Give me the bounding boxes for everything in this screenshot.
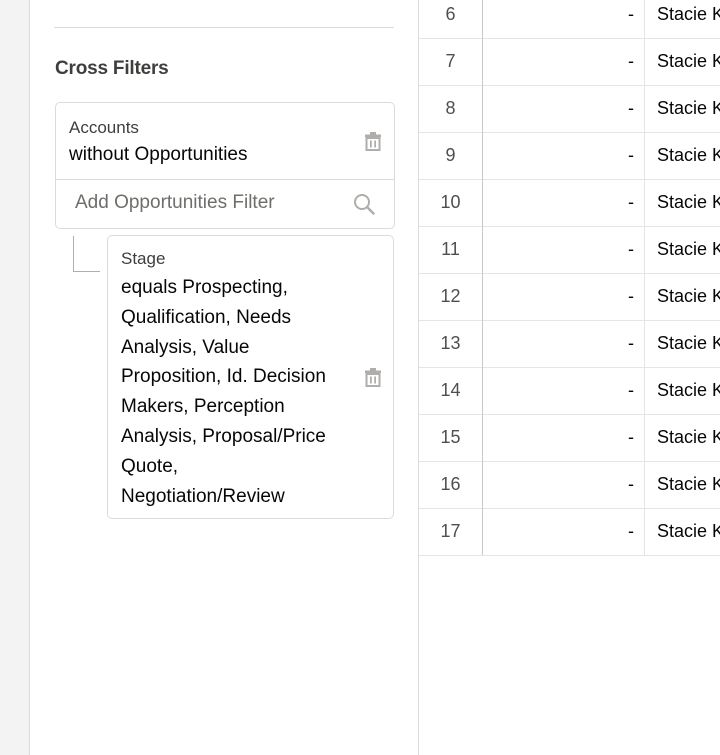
table-cell[interactable]: - (483, 367, 645, 414)
row-number: 6 (419, 0, 483, 38)
row-number: 14 (419, 367, 483, 414)
table-row[interactable]: 17- Stacie K (419, 508, 720, 556)
row-number: 15 (419, 414, 483, 461)
owner-cell[interactable]: Stacie K (657, 226, 720, 273)
divider (54, 27, 394, 28)
row-number: 12 (419, 273, 483, 320)
owner-cell[interactable]: Stacie K (657, 414, 720, 461)
row-number: 10 (419, 179, 483, 226)
table-cell[interactable]: - (483, 132, 645, 179)
owner-cell[interactable]: Stacie K (657, 0, 720, 38)
row-number: 8 (419, 85, 483, 132)
row-number: 7 (419, 38, 483, 85)
stage-filter-condition: equals Prospecting, Qualification, Needs… (121, 277, 326, 507)
owner-cell[interactable]: Stacie K (657, 179, 720, 226)
search-icon[interactable] (353, 193, 375, 215)
table-cell[interactable]: - (483, 508, 645, 555)
trash-icon[interactable] (364, 131, 382, 151)
stage-filter-card[interactable]: Stage equals Prospecting, Qualification,… (107, 235, 394, 519)
table-cell[interactable]: - (483, 414, 645, 461)
table-row[interactable]: 11- Stacie K (419, 226, 720, 274)
owner-cell[interactable]: Stacie K (657, 508, 720, 555)
table-row[interactable]: 10- Stacie K (419, 179, 720, 227)
table-cell[interactable]: - (483, 226, 645, 273)
table-row[interactable]: 7- Stacie K (419, 38, 720, 86)
table-row[interactable]: 9- Stacie K (419, 132, 720, 180)
trash-icon[interactable] (364, 367, 382, 387)
table-row[interactable]: 13- Stacie K (419, 320, 720, 368)
table-row[interactable]: 15- Stacie K (419, 414, 720, 462)
owner-cell[interactable]: Stacie K (657, 461, 720, 508)
owner-cell[interactable]: Stacie K (657, 273, 720, 320)
row-number: 9 (419, 132, 483, 179)
table-row[interactable]: 8- Stacie K (419, 85, 720, 133)
table-row[interactable]: 6- Stacie K (419, 0, 720, 39)
owner-cell[interactable]: Stacie K (657, 367, 720, 414)
table-cell[interactable]: - (483, 320, 645, 367)
owner-cell[interactable]: Stacie K (657, 320, 720, 367)
table-cell[interactable]: - (483, 85, 645, 132)
add-opportunities-filter-input[interactable] (57, 180, 395, 226)
row-number: 17 (419, 508, 483, 555)
table-row[interactable]: 14- Stacie K (419, 367, 720, 415)
table-cell[interactable]: - (483, 179, 645, 226)
cross-filter-card[interactable]: Accounts without Opportunities (55, 102, 395, 229)
stage-filter-field-label: Stage (121, 249, 166, 268)
table-cell[interactable]: - (483, 461, 645, 508)
table-cell[interactable]: - (483, 38, 645, 85)
row-number: 13 (419, 320, 483, 367)
row-number: 11 (419, 226, 483, 273)
report-grid: 6- Stacie K 7- Stacie K 8- Stacie K 9- Stacie K… (419, 0, 720, 556)
table-row[interactable]: 12- Stacie K (419, 273, 720, 321)
cross-filter-condition: without Opportunities (69, 144, 248, 165)
cross-filter-object-label: Accounts (69, 118, 139, 137)
row-number: 16 (419, 461, 483, 508)
table-cell[interactable]: - (483, 0, 645, 38)
filter-sidebar: Cross Filters Accounts without Opportuni… (30, 0, 419, 755)
left-gutter (0, 0, 30, 755)
tree-connector (73, 236, 100, 272)
owner-cell[interactable]: Stacie K (657, 38, 720, 85)
table-cell[interactable]: - (483, 273, 645, 320)
owner-cell[interactable]: Stacie K (657, 85, 720, 132)
owner-cell[interactable]: Stacie K (657, 132, 720, 179)
cross-filters-heading: Cross Filters (55, 58, 169, 79)
table-row[interactable]: 16- Stacie K (419, 461, 720, 509)
